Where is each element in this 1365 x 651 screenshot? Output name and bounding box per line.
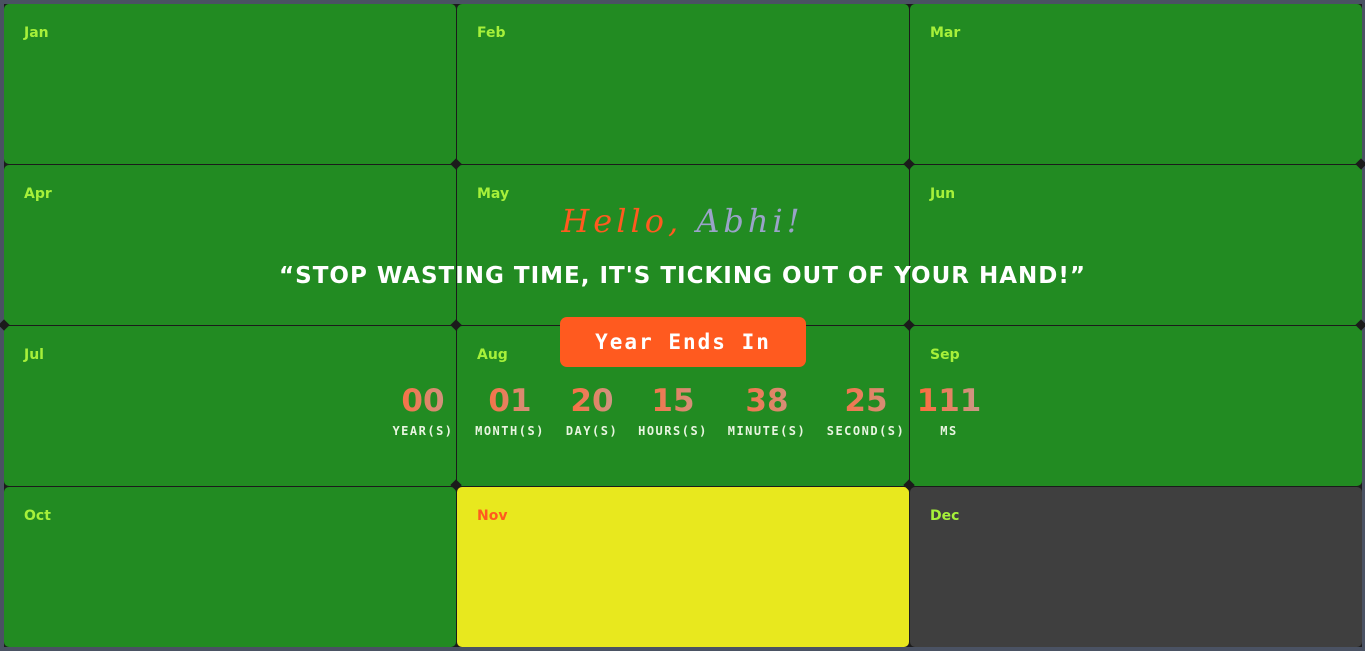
month-cell-feb: Feb — [457, 4, 909, 164]
month-cell-sep: Sep — [910, 326, 1362, 486]
month-label: Oct — [24, 508, 51, 524]
month-label: Feb — [477, 25, 506, 41]
month-label: Mar — [930, 25, 961, 41]
month-cell-jul: Jul — [4, 326, 456, 486]
month-label: Aug — [477, 347, 508, 363]
month-label: Jun — [930, 186, 956, 202]
month-cell-nov: Nov — [457, 487, 909, 647]
month-label: Nov — [477, 508, 508, 524]
month-label: May — [477, 186, 510, 202]
month-label: Sep — [930, 347, 960, 363]
month-label: Apr — [24, 186, 52, 202]
month-cell-dec: Dec — [910, 487, 1362, 647]
year-ends-in-button[interactable]: Year Ends In — [560, 317, 806, 367]
month-label: Dec — [930, 508, 960, 524]
month-cell-may: May — [457, 165, 909, 325]
month-label: Jan — [24, 25, 49, 41]
month-cell-apr: Apr — [4, 165, 456, 325]
month-cell-jun: Jun — [910, 165, 1362, 325]
month-label: Jul — [24, 347, 44, 363]
month-cell-jan: Jan — [4, 4, 456, 164]
month-cell-mar: Mar — [910, 4, 1362, 164]
month-cell-oct: Oct — [4, 487, 456, 647]
